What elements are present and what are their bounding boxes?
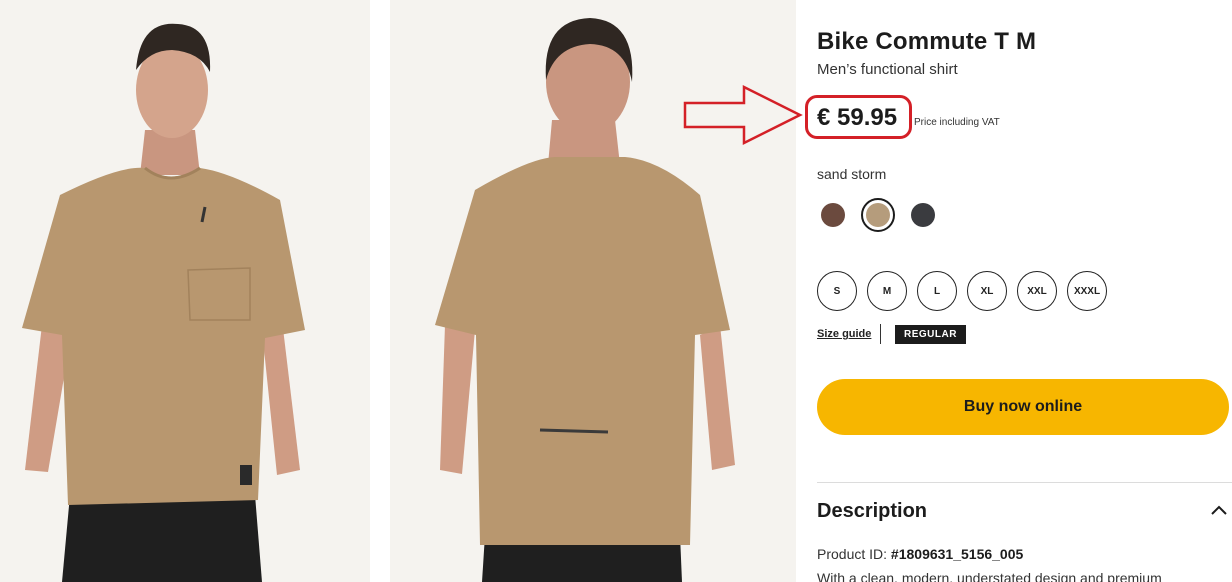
size-button-m[interactable]: M xyxy=(867,271,907,311)
size-button-s[interactable]: S xyxy=(817,271,857,311)
size-button-xl[interactable]: XL xyxy=(967,271,1007,311)
color-swatch-brown[interactable] xyxy=(816,198,850,232)
size-button-l[interactable]: L xyxy=(917,271,957,311)
product-id-value: #1809631_5156_005 xyxy=(890,546,1024,562)
description-text: With a clean, modern, understated design… xyxy=(817,570,1162,582)
buy-now-button[interactable]: Buy now online xyxy=(817,379,1229,435)
description-heading[interactable]: Description xyxy=(817,500,927,523)
color-swatch-sand-storm[interactable] xyxy=(861,198,895,232)
swatch-fill xyxy=(821,203,845,227)
product-subtitle: Men’s functional shirt xyxy=(817,61,958,78)
section-divider xyxy=(817,482,1232,483)
swatch-fill xyxy=(866,203,890,227)
price-vat-note: Price including VAT xyxy=(914,117,1000,128)
swatch-fill xyxy=(911,203,935,227)
divider xyxy=(880,324,881,344)
size-button-xxl[interactable]: XXL xyxy=(1017,271,1057,311)
selected-color-label: sand storm xyxy=(817,166,887,182)
annotation-arrow-icon xyxy=(683,84,803,146)
product-id-label: Product ID: xyxy=(817,546,891,562)
model-front-illustration xyxy=(22,23,305,582)
product-info-panel: Bike Commute T M Men’s functional shirt … xyxy=(683,0,1232,582)
product-image-front[interactable] xyxy=(0,0,370,582)
fit-badge: REGULAR xyxy=(895,325,966,344)
chevron-up-icon[interactable] xyxy=(1210,503,1228,517)
product-title: Bike Commute T M xyxy=(817,28,1037,55)
size-guide-link[interactable]: Size guide xyxy=(817,328,871,340)
product-price: € 59.95 xyxy=(817,104,898,131)
product-id: Product ID: #1809631_5156_005 xyxy=(817,546,1023,562)
size-button-xxxl[interactable]: XXXL xyxy=(1067,271,1107,311)
color-swatch-dark-grey[interactable] xyxy=(906,198,940,232)
